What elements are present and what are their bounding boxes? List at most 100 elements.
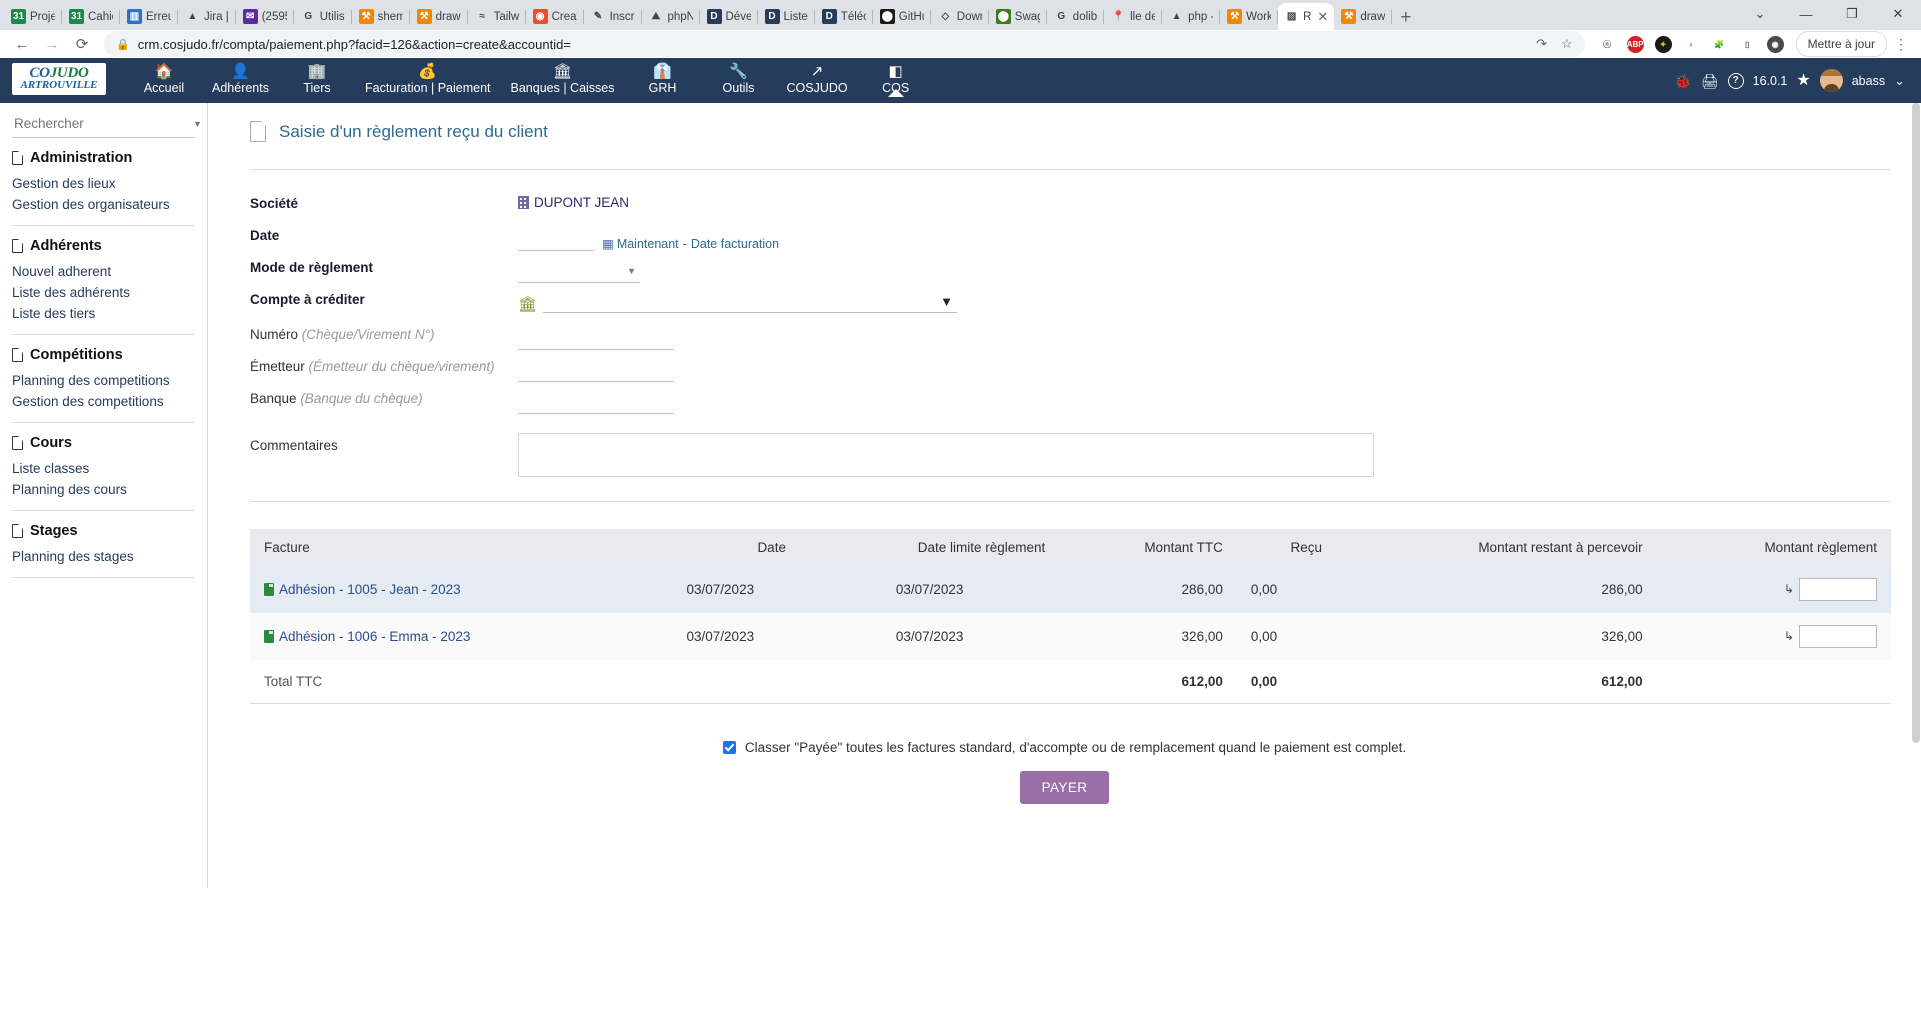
mode-caret-icon[interactable]: ▼ [627,266,636,276]
update-button[interactable]: Mettre à jour [1795,31,1887,57]
pay-button[interactable]: PAYER [1019,771,1110,804]
browser-tab[interactable]: ⚒ Work [1220,3,1279,30]
browser-tab[interactable]: ▨ R ✕ [1278,3,1335,30]
sidebar-item-liste-des-tiers[interactable]: Liste des tiers [0,303,207,324]
browser-tab[interactable]: ✉(2595 [236,3,294,30]
sidebar-group-header[interactable]: Stages [0,511,207,546]
browser-tab[interactable]: 31 Cahie [62,3,120,30]
address-bar[interactable]: 🔒 crm.cosjudo.fr/compta/paiement.php?fac… [104,31,1585,57]
invoice-link[interactable]: Adhésion - 1006 - Emma - 2023 [279,629,470,644]
emetteur-input[interactable] [518,358,674,382]
date-input[interactable] [518,227,594,251]
honey-extension[interactable]: ⓝ [1599,36,1616,53]
sidebar-group-header[interactable]: Administration [0,138,207,173]
maximize-button[interactable]: ❐ [1829,0,1875,28]
sidebar-group-header[interactable]: Adhérents [0,226,207,261]
browser-tab[interactable]: D Liste [758,3,815,30]
nav-item-adh-rents[interactable]: 👤 Adhérents [202,58,279,96]
browser-tab[interactable]: ⚒ draw [410,3,468,30]
date-billing-link[interactable]: Date facturation [691,237,779,251]
sidebar-item-gestion-des-lieux[interactable]: Gestion des lieux [0,173,207,194]
bug-icon[interactable]: 🐞 [1674,74,1691,88]
sidebar-item-gestion-des-organisateurs[interactable]: Gestion des organisateurs [0,194,207,215]
browser-tab[interactable]: ⛰ phpN [642,3,700,30]
classify-paid-checkbox[interactable] [722,741,736,754]
sidebar-item-liste-classes[interactable]: Liste classes [0,458,207,479]
sidebar-item-gestion-des-competitions[interactable]: Gestion des competitions [0,391,207,412]
invoice-link[interactable]: Adhésion - 1005 - Jean - 2023 [279,582,461,597]
sidebar-item-liste-des-adh-rents[interactable]: Liste des adhérents [0,282,207,303]
browser-tab[interactable]: ⚒ shem [352,3,410,30]
calendar-icon[interactable]: ▦ [602,237,614,251]
nav-item-banques-caisses[interactable]: 🏛 Banques | Caisses [501,58,625,96]
adblock-plus-extension[interactable]: ABP [1626,35,1644,53]
help-icon[interactable]: ? [1727,72,1744,89]
societe-value[interactable]: DUPONT JEAN [518,195,629,210]
browser-tab[interactable]: ▲ Jira | [178,3,236,30]
browser-tab[interactable]: ⬤Swag [989,3,1047,30]
user-menu-caret-icon[interactable]: ⌄ [1894,73,1905,89]
browser-tab[interactable]: 31 Proje [4,3,62,30]
close-window-button[interactable]: ✕ [1875,0,1921,28]
star-icon[interactable]: ★ [1796,72,1810,89]
browser-tab[interactable]: Gdolib [1047,3,1105,30]
nav-item-cos[interactable]: ◧ COS [858,58,934,96]
sidebar-search[interactable]: ▼ [12,115,202,138]
nav-item-accueil[interactable]: 🏠 Accueil [126,58,202,96]
compte-select[interactable]: ▼ [543,291,958,313]
nav-item-grh[interactable]: 👔 GRH [625,58,701,96]
wappalyzer-extension[interactable]: ◗ [1683,36,1700,53]
browser-tab[interactable]: G Utilis [294,3,352,30]
share-icon[interactable]: ↷ [1536,36,1547,52]
print-icon[interactable]: 🖨 [1701,74,1719,88]
reglement-amount-input[interactable] [1799,625,1877,648]
profile-avatar-icon[interactable]: ◉ [1766,35,1784,53]
reglement-amount-input[interactable] [1799,578,1877,601]
sidebar-item-planning-des-stages[interactable]: Planning des stages [0,546,207,567]
scrollbar-thumb[interactable] [1912,103,1920,743]
browser-tab[interactable]: ▥ Erreu [120,3,178,30]
close-tab-icon[interactable]: ✕ [1317,9,1328,25]
sidebar-item-planning-des-cours[interactable]: Planning des cours [0,479,207,500]
username-label[interactable]: abass [1852,74,1885,88]
sidebar-item-planning-des-competitions[interactable]: Planning des competitions [0,370,207,391]
nav-item-tiers[interactable]: 🏢 Tiers [279,58,355,96]
browser-tab[interactable]: D Déve [700,3,758,30]
browser-tab[interactable]: ⬤GitHu [873,3,931,30]
sidebar-item-nouvel-adherent[interactable]: Nouvel adherent [0,261,207,282]
puzzle-extensions-icon[interactable]: 🧩 [1711,36,1728,53]
page-scrollbar[interactable] [1911,103,1921,888]
nav-item-outils[interactable]: 🔧 Outils [701,58,777,96]
browser-tab[interactable]: 📍 lle de [1104,3,1163,30]
browser-tab[interactable]: ◉Creat [526,3,584,30]
tab-list-button[interactable]: ⌄ [1737,0,1783,28]
back-icon[interactable]: ← [8,31,36,57]
minimize-button[interactable]: — [1783,0,1829,28]
numero-input[interactable] [518,326,674,350]
reload-icon[interactable]: ⟳ [68,31,96,57]
date-now-link[interactable]: Maintenant [617,237,679,251]
mode-select[interactable]: ▼ [518,259,640,283]
lastpass-extension[interactable]: ✦ [1654,35,1672,53]
search-caret-icon[interactable]: ▼ [193,119,202,129]
bookmark-star-icon[interactable]: ☆ [1561,36,1573,52]
browser-tab[interactable]: ≈ Tailw [468,3,526,30]
browser-tab[interactable]: ▲ php - [1162,3,1221,30]
browser-tab[interactable]: ✎ Inscr [584,3,642,30]
browser-tab[interactable]: ◇ Dowr [931,3,989,30]
sidebar-group-header[interactable]: Cours [0,423,207,458]
sidepanel-icon[interactable]: ▯ [1739,36,1756,53]
search-input[interactable] [12,115,193,132]
app-logo[interactable]: COJUDO ARTROUVILLE [12,63,106,95]
avatar[interactable] [1819,69,1843,92]
nav-item-facturation-paiement[interactable]: 💰 Facturation | Paiement [355,58,501,96]
banque-input[interactable] [518,390,674,414]
commentaires-textarea[interactable] [518,433,1374,477]
new-tab-button[interactable]: + [1400,8,1411,27]
nav-item-cosjudo[interactable]: ↗ COSJUDO [777,58,858,96]
compte-caret-icon[interactable]: ▼ [940,294,953,309]
forward-icon[interactable]: → [38,31,66,57]
sidebar-group-header[interactable]: Compétitions [0,335,207,370]
browser-tab[interactable]: DTéléc [815,3,873,30]
browser-menu-icon[interactable]: ⋮ [1889,36,1913,53]
